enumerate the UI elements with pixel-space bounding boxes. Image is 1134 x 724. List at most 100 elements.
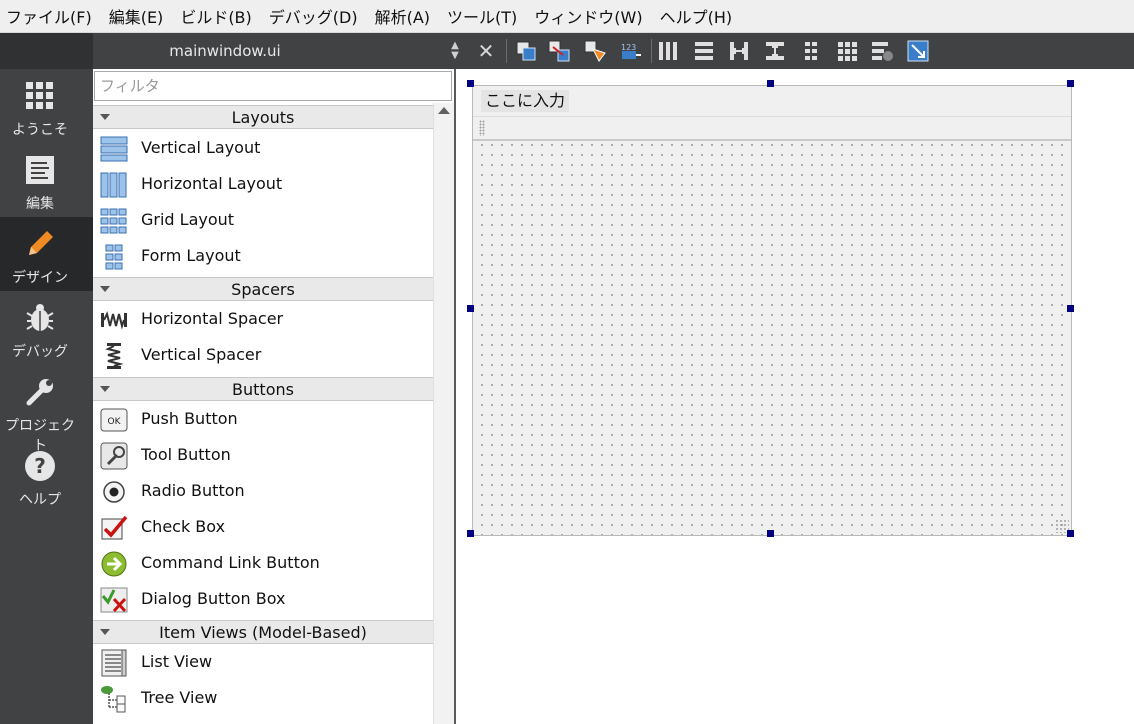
widget-label: Vertical Spacer	[141, 345, 262, 364]
widget-form-layout[interactable]: Form Layout	[93, 239, 433, 275]
menu-file[interactable]: ファイル(F)	[0, 4, 103, 28]
widget-push-button[interactable]: OK Push Button	[93, 402, 433, 438]
toolbar-separator	[506, 39, 507, 63]
resize-handle-bottom-right[interactable]	[1067, 530, 1074, 537]
layout-form-icon[interactable]	[799, 39, 823, 63]
widget-label: Tree View	[141, 688, 218, 707]
design-pencil-icon	[29, 231, 53, 255]
resize-handle-bottom-left[interactable]	[467, 530, 474, 537]
debug-bug-icon	[26, 304, 54, 331]
widget-horizontal-spacer[interactable]: Horizontal Spacer	[93, 302, 433, 338]
widget-radio-button[interactable]: Radio Button	[93, 474, 433, 510]
resize-handle-top-left[interactable]	[467, 80, 474, 87]
widget-dialog-button-box[interactable]: Dialog Button Box	[93, 582, 433, 618]
mode-label: デバッグ	[12, 344, 68, 360]
widget-list-view[interactable]: List View	[93, 645, 433, 681]
resize-handle-top-right[interactable]	[1067, 80, 1074, 87]
adjust-size-icon[interactable]	[906, 39, 930, 63]
widget-tool-button[interactable]: Tool Button	[93, 438, 433, 474]
widget-command-link-button[interactable]: Command Link Button	[93, 546, 433, 582]
widget-box: フィルタ Layouts Vertical Layout Horizontal …	[93, 69, 455, 724]
mode-label: ようこそ	[12, 122, 68, 138]
file-selector-arrows-icon[interactable]: ▲ ▼	[449, 41, 461, 61]
menu-help[interactable]: ヘルプ(H)	[654, 4, 744, 28]
layout-vertical-splitter-icon[interactable]	[763, 39, 787, 63]
menu-build[interactable]: ビルド(B)	[174, 4, 262, 28]
menu-edit[interactable]: 編集(E)	[103, 4, 175, 28]
widget-tree-view[interactable]: Tree View	[93, 681, 433, 717]
category-buttons[interactable]: Buttons	[93, 377, 433, 401]
mode-design[interactable]: デザイン	[0, 217, 93, 291]
form-layout-icon	[105, 244, 123, 270]
widget-filter-input[interactable]: フィルタ	[94, 71, 452, 101]
category-title: Buttons	[232, 380, 294, 399]
resize-handle-right[interactable]	[1067, 305, 1074, 312]
menu-tools[interactable]: ツール(T)	[441, 4, 528, 28]
edit-widgets-icon[interactable]	[514, 39, 538, 63]
open-file-selector[interactable]: mainwindow.ui	[96, 33, 354, 69]
widget-check-box[interactable]: Check Box	[93, 510, 433, 546]
layout-horizontal-splitter-icon[interactable]	[727, 39, 751, 63]
mode-debug[interactable]: デバッグ	[0, 291, 93, 365]
widget-list: Layouts Vertical Layout Horizontal Layou…	[93, 103, 433, 724]
mode-project[interactable]: プロジェクト	[0, 365, 93, 454]
widget-horizontal-layout[interactable]: Horizontal Layout	[93, 167, 433, 203]
type-here-menu-placeholder[interactable]: ここに入力	[481, 90, 570, 112]
horizontal-spacer-icon	[101, 311, 127, 330]
edit-tab-order-icon[interactable]: 123	[619, 39, 643, 63]
mode-label: ヘルプ	[19, 492, 61, 508]
mode-label: 編集	[26, 196, 54, 212]
form-menu-bar[interactable]: ここに入力	[473, 86, 1071, 117]
vertical-layout-icon	[100, 136, 128, 162]
mode-edit[interactable]: 編集	[0, 143, 93, 217]
widget-label: Vertical Layout	[141, 138, 261, 157]
widget-list-scrollbar[interactable]	[433, 103, 454, 724]
category-item-views[interactable]: Item Views (Model-Based)	[93, 620, 433, 644]
edit-buddies-icon[interactable]	[583, 39, 607, 63]
widget-label: Grid Layout	[141, 210, 235, 229]
widget-next-item[interactable]	[93, 717, 433, 724]
vertical-spacer-icon	[105, 343, 124, 369]
widget-vertical-spacer[interactable]: Vertical Spacer	[93, 338, 433, 374]
project-wrench-icon	[26, 379, 53, 406]
edit-signals-slots-icon[interactable]	[547, 39, 571, 63]
menu-analyze[interactable]: 解析(A)	[369, 4, 441, 28]
grid-layout-icon	[100, 208, 127, 234]
category-title: Spacers	[231, 280, 295, 299]
menu-window[interactable]: ウィンドウ(W)	[528, 4, 653, 28]
widget-label: Check Box	[141, 517, 226, 536]
toolbar-separator	[651, 39, 652, 63]
widget-label: Dialog Button Box	[141, 589, 286, 608]
mode-help[interactable]: ? ヘルプ	[0, 439, 93, 513]
category-title: Item Views (Model-Based)	[159, 623, 367, 642]
svg-text:OK: OK	[108, 417, 122, 427]
command-link-icon	[101, 551, 127, 577]
widget-grid-layout[interactable]: Grid Layout	[93, 203, 433, 239]
widget-label: Horizontal Layout	[141, 174, 283, 193]
design-canvas[interactable]: ここに入力	[456, 69, 1134, 724]
help-question-icon: ?	[25, 451, 55, 481]
mode-welcome[interactable]: ようこそ	[0, 69, 93, 143]
scroll-up-arrow-icon[interactable]	[438, 107, 450, 114]
mode-label: デザイン	[12, 270, 68, 286]
layout-grid-icon[interactable]	[835, 39, 859, 63]
widget-vertical-layout[interactable]: Vertical Layout	[93, 131, 433, 167]
toolbar-grip-icon[interactable]	[479, 120, 485, 136]
form-toolbar[interactable]	[473, 117, 1071, 141]
svg-text:?: ?	[34, 454, 46, 478]
break-layout-icon[interactable]	[870, 39, 894, 63]
tool-button-icon	[100, 442, 128, 470]
category-spacers[interactable]: Spacers	[93, 277, 433, 301]
menu-debug[interactable]: デバッグ(D)	[263, 4, 369, 28]
main-window-form[interactable]: ここに入力	[472, 85, 1072, 536]
toolbar-mode-spacer	[0, 33, 93, 69]
svg-text:123: 123	[621, 43, 636, 52]
resize-handle-top[interactable]	[767, 80, 774, 87]
layout-vertically-icon[interactable]	[692, 39, 716, 63]
close-icon[interactable]: ✕	[475, 37, 497, 65]
layout-horizontally-icon[interactable]	[656, 39, 680, 63]
resize-handle-left[interactable]	[467, 305, 474, 312]
category-layouts[interactable]: Layouts	[93, 105, 433, 129]
resize-handle-bottom[interactable]	[767, 530, 774, 537]
dialog-button-box-icon	[100, 587, 128, 613]
